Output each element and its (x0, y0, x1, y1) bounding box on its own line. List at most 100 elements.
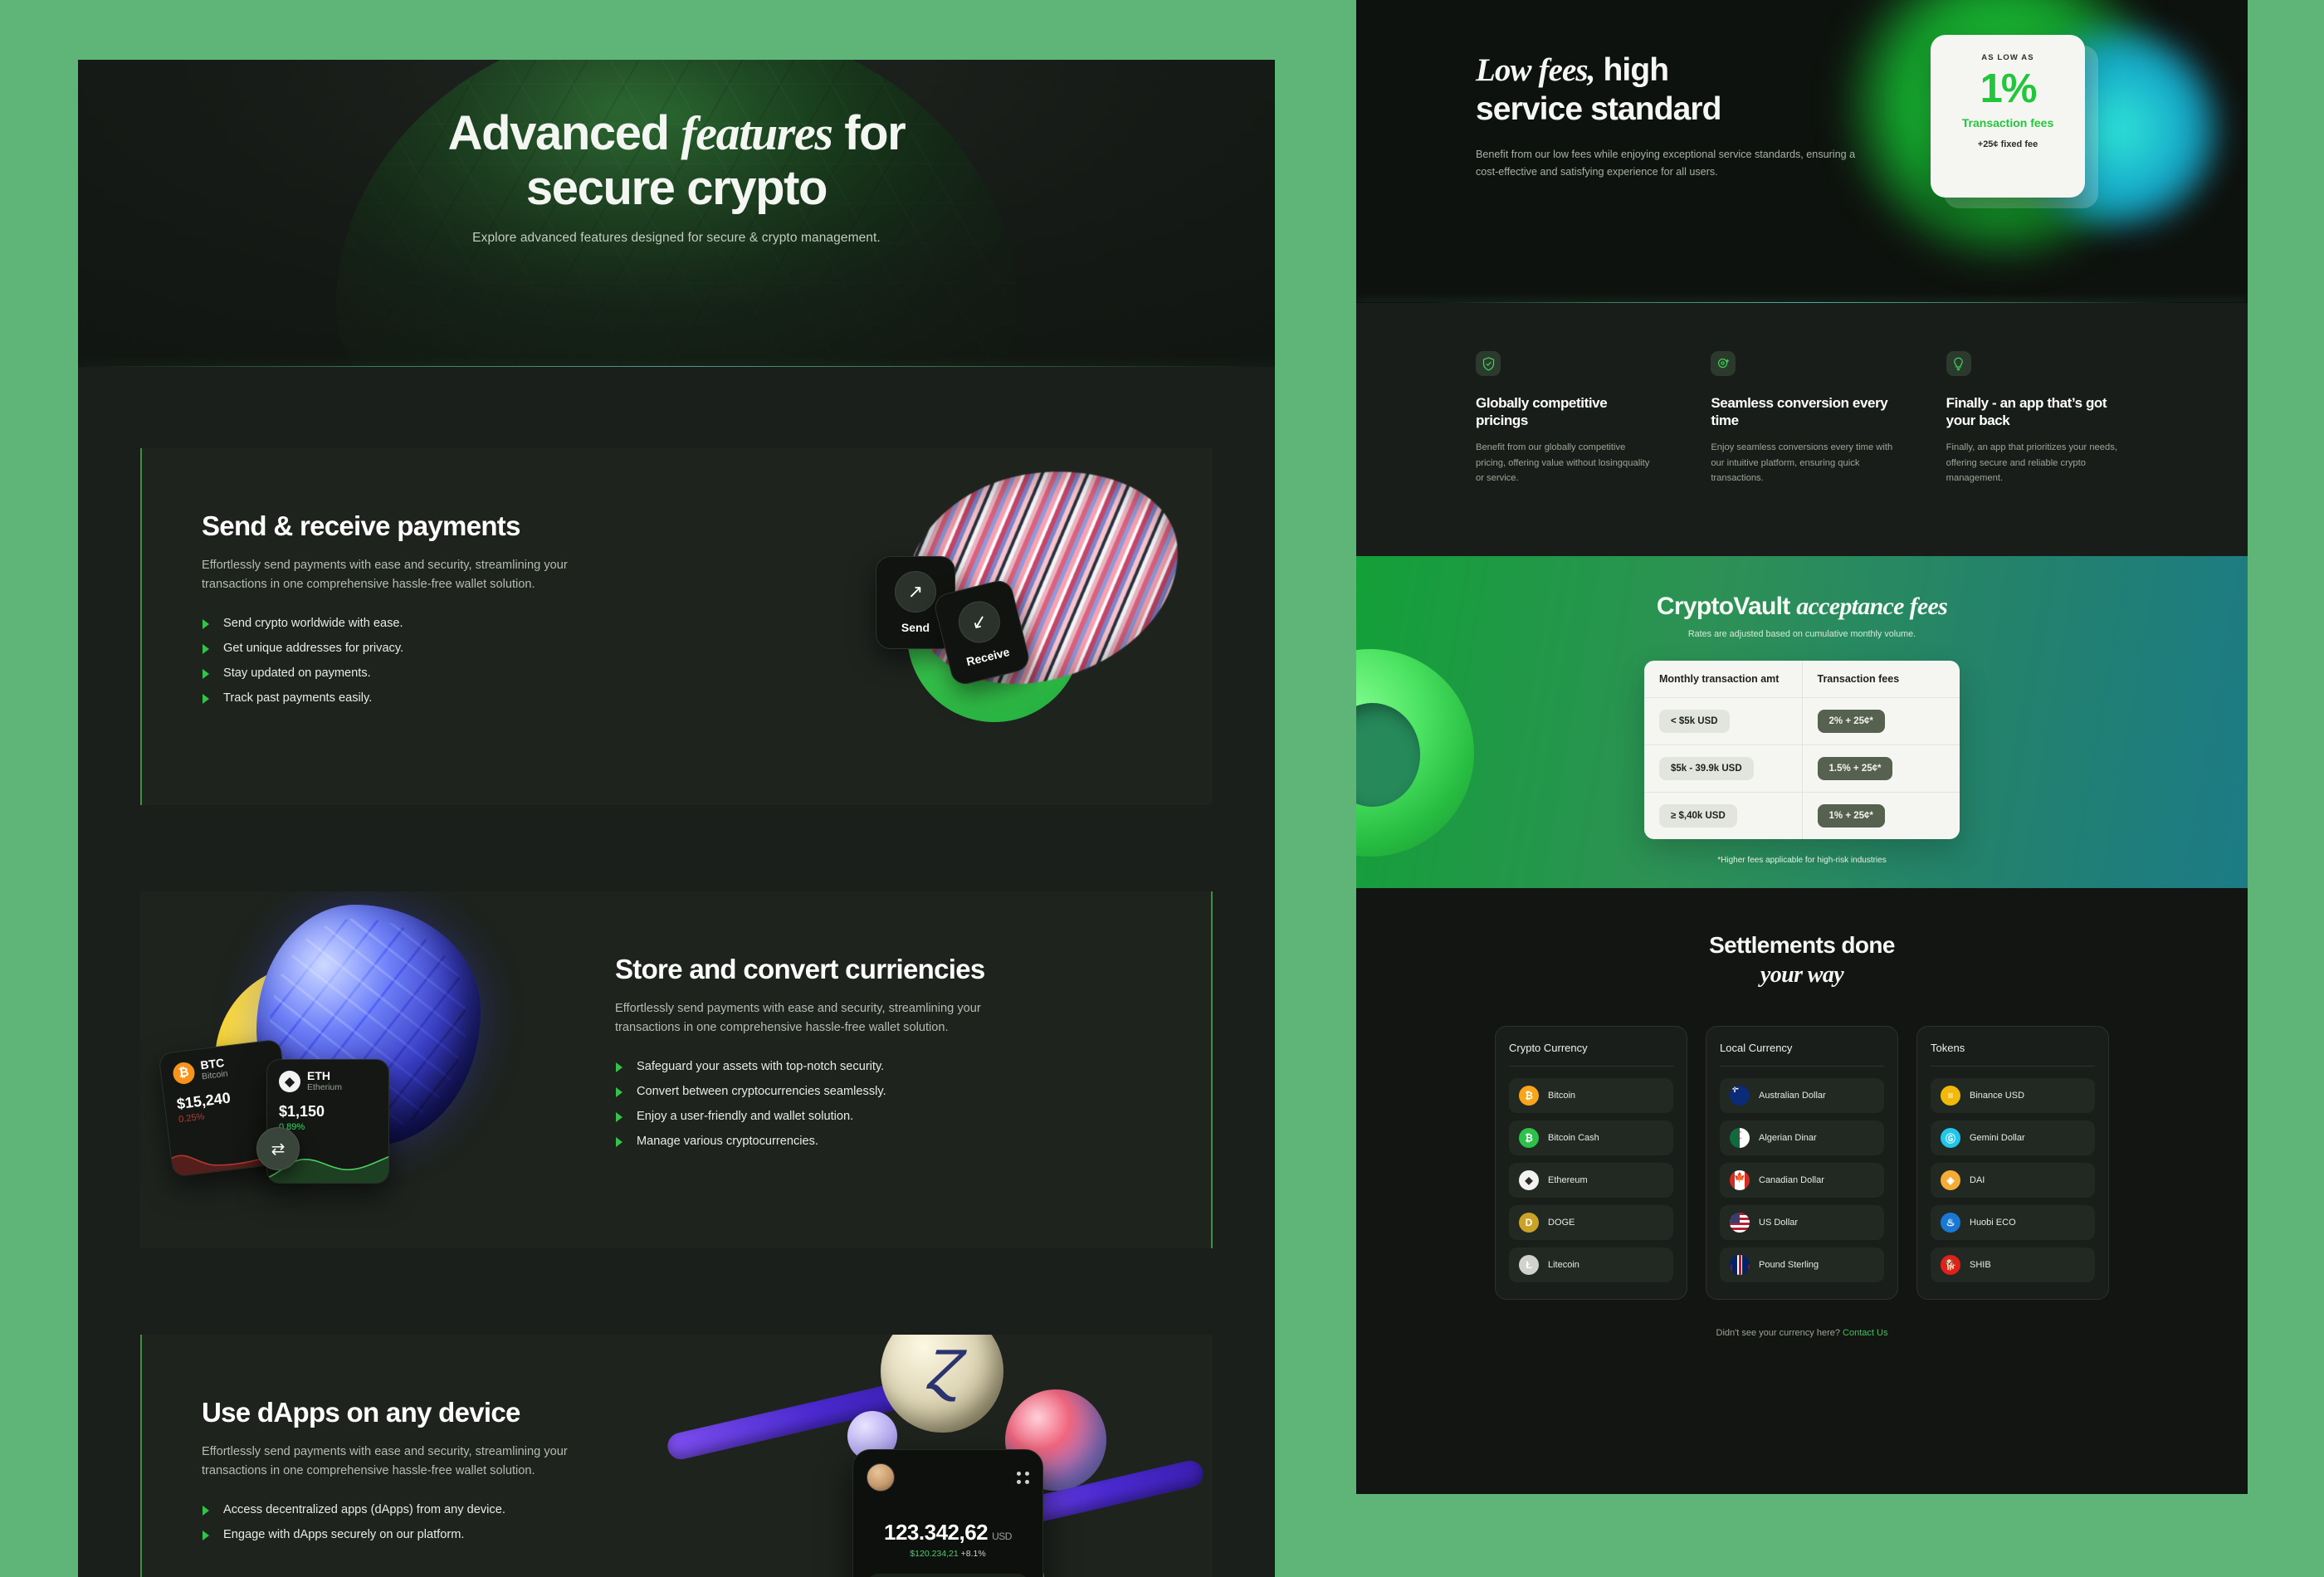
feature-heading: Store and convert curriencies (615, 954, 985, 984)
title-italic: your way (1760, 961, 1844, 988)
send-button-label: Send (901, 621, 930, 634)
dogecoin-icon: D (1519, 1213, 1539, 1233)
feature-heading: Use dApps on any device (202, 1397, 520, 1428)
list-item[interactable]: Ł Litecoin (1509, 1247, 1673, 1283)
receive-button-label: Receive (964, 644, 1011, 669)
swap-arrows-icon[interactable]: ⇄ (256, 1127, 300, 1170)
delta-value: $120.234,21 (910, 1549, 959, 1559)
feature-bullet-list: Access decentralized apps (dApps) from a… (202, 1503, 592, 1541)
divider (1931, 1066, 2095, 1067)
shield-check-icon (1476, 351, 1501, 376)
flag-au-icon (1730, 1086, 1750, 1106)
list-item[interactable]: ◆ Ethereum (1509, 1163, 1673, 1199)
card-title: Local Currency (1720, 1042, 1793, 1055)
benefit-column-conversion: Seamless conversion every time Enjoy sea… (1711, 351, 1892, 486)
hero-title-italic: features (681, 106, 833, 160)
currency-name: Bitcoin Cash (1548, 1133, 1599, 1144)
list-item: Convert between cryptocurrencies seamles… (615, 1085, 1005, 1098)
avatar[interactable] (867, 1463, 895, 1492)
list-item[interactable]: US Dollar (1720, 1205, 1884, 1241)
delta-percent: +8.1% (960, 1549, 986, 1559)
feature-block-store-convert: Store and convert curriencies Effortless… (140, 891, 1213, 1248)
coin-3d-graphic: Ɀ (881, 1335, 1003, 1433)
page-root: Advanced features for secure crypto Expl… (0, 0, 2324, 1577)
gemini-dollar-icon: Ⓖ (1941, 1128, 1960, 1149)
currency-name: Huobi ECO (1970, 1218, 2016, 1228)
list-item[interactable]: ₿ Bitcoin Cash (1509, 1120, 1673, 1156)
hero-title-line2: secure crypto (525, 161, 828, 216)
acceptance-fees-section: CryptoVault acceptance fees Rates are ad… (1356, 556, 2248, 888)
list-item: Enjoy a user-friendly and wallet solutio… (615, 1110, 1005, 1123)
coin-change: 0.89% (279, 1121, 305, 1132)
list-item: Safeguard your assets with top-notch sec… (615, 1060, 1005, 1073)
list-item[interactable]: Pound Sterling (1720, 1247, 1884, 1283)
list-item: Send crypto worldwide with ease. (202, 617, 592, 630)
left-panel: Advanced features for secure crypto Expl… (78, 60, 1275, 1577)
low-fees-paragraph: Benefit from our low fees while enjoying… (1476, 148, 1856, 178)
table-header-row: Monthly transaction amt Transaction fees (1644, 661, 1960, 698)
fee-card-kicker: AS LOW AS (1981, 53, 2034, 62)
wallet-balance: 123.342,62 USD (867, 1520, 1029, 1545)
flag-us-icon (1730, 1213, 1750, 1233)
footer-text: Didn't see your currency here? (1716, 1328, 1843, 1339)
bitcoin-cash-icon: ₿ (1519, 1128, 1539, 1149)
list-item[interactable]: ₿ Bitcoin (1509, 1078, 1673, 1114)
bullet-text: Manage various cryptocurrencies. (637, 1134, 819, 1148)
contact-us-link[interactable]: Contact Us (1843, 1328, 1887, 1338)
chevron-right-icon (203, 693, 209, 704)
ethereum-icon: ◆ (1519, 1170, 1539, 1191)
amount-pill: < $5k USD (1659, 710, 1730, 733)
feature-heading: Send & receive payments (202, 510, 520, 541)
list-item: Access decentralized apps (dApps) from a… (202, 1503, 592, 1516)
fee-pill: 1% + 25¢* (1817, 804, 1885, 828)
huobi-eco-icon: ♨ (1941, 1213, 1960, 1233)
grid-menu-icon[interactable] (1017, 1471, 1029, 1484)
benefits-section: Globally competitive pricings Benefit fr… (1356, 303, 2248, 556)
list-item[interactable]: 🐕 SHIB (1931, 1247, 2095, 1283)
token-row[interactable]: ● DOT +1.32% Change (867, 1574, 1029, 1577)
list-item[interactable]: ♨ Huobi ECO (1931, 1205, 2095, 1241)
divider (1509, 1066, 1673, 1067)
title-line2: service standard (1476, 90, 1722, 127)
chevron-right-icon (616, 1111, 622, 1122)
currency-name: Canadian Dollar (1759, 1175, 1824, 1186)
chevron-right-icon (616, 1086, 622, 1097)
bitcoin-icon: ₿ (1519, 1086, 1539, 1106)
card-title: Crypto Currency (1509, 1042, 1588, 1055)
title-italic: Low fees, (1476, 52, 1595, 88)
bullet-text: Enjoy a user-friendly and wallet solutio… (637, 1109, 854, 1123)
currency-name: Gemini Dollar (1970, 1133, 2025, 1144)
list-item: Engage with dApps securely on our platfo… (202, 1528, 592, 1541)
balance-currency: USD (992, 1531, 1012, 1542)
chevron-right-icon (203, 618, 209, 629)
list-item[interactable]: Algerian Dinar (1720, 1120, 1884, 1156)
currency-name: DOGE (1548, 1218, 1575, 1228)
list-item[interactable]: Canadian Dollar (1720, 1163, 1884, 1199)
feature-block-send-receive: Send & receive payments Effortlessly sen… (140, 448, 1213, 805)
flag-dz-icon (1730, 1128, 1750, 1149)
currency-name: Binance USD (1970, 1091, 2025, 1101)
chevron-right-icon (203, 1530, 209, 1540)
list-item: Stay updated on payments. (202, 666, 592, 680)
wallet-delta: $120.234,21 +8.1% (867, 1549, 1029, 1559)
fee-pill: 2% + 25¢* (1817, 710, 1885, 733)
send-receive-artwork: ↗ Send ↙ Receive (856, 454, 1204, 767)
fee-card-label: Transaction fees (1961, 116, 2054, 129)
feature-bullet-list: Send crypto worldwide with ease. Get uni… (202, 617, 592, 705)
list-item[interactable]: D DOGE (1509, 1205, 1673, 1241)
shiba-inu-icon: 🐕 (1941, 1255, 1960, 1276)
column-header-amount: Monthly transaction amt (1659, 673, 1780, 685)
list-item[interactable]: ◈ DAI (1931, 1163, 2095, 1199)
balance-value: 123.342,62 (884, 1520, 989, 1545)
list-item[interactable]: Ⓖ Gemini Dollar (1931, 1120, 2095, 1156)
lightbulb-glyph (1954, 357, 1963, 370)
list-item: Manage various cryptocurrencies. (615, 1135, 1005, 1148)
currency-name: DAI (1970, 1175, 1985, 1186)
list-item[interactable]: Australian Dollar (1720, 1078, 1884, 1114)
bullet-text: Stay updated on payments. (223, 666, 371, 680)
hero-section: Advanced features for secure crypto Expl… (78, 60, 1275, 367)
bullet-text: Access decentralized apps (dApps) from a… (223, 1502, 505, 1516)
column-header-fees: Transaction fees (1801, 661, 1960, 697)
currency-name: US Dollar (1759, 1218, 1799, 1228)
list-item[interactable]: ≡ Binance USD (1931, 1078, 2095, 1114)
